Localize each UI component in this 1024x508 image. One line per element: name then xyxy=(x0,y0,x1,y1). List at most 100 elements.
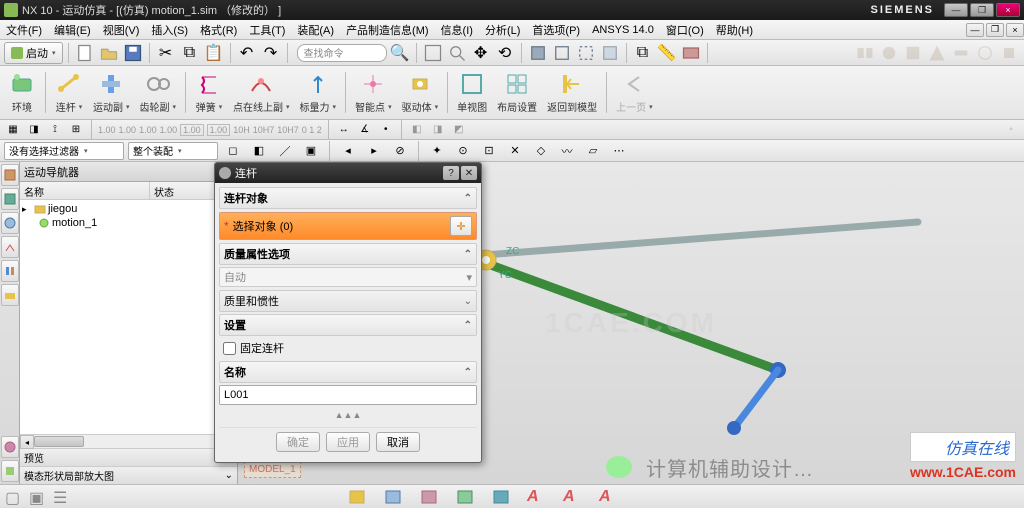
dlg-sec-name[interactable]: 名称⌃ xyxy=(219,361,477,383)
help-hint-icon[interactable]: ◦ xyxy=(1002,122,1020,138)
sel-more-icon[interactable]: ⋯ xyxy=(608,140,630,162)
nav-section-modeshape[interactable]: 模态形状局部放大图⌄ xyxy=(20,466,237,484)
nav-tree[interactable]: ▸ jiegou motion_1 xyxy=(20,200,237,434)
menu-window[interactable]: 窗口(O) xyxy=(660,22,710,38)
dlg-sec-mass-inertia[interactable]: 质里和惯性⌄ xyxy=(219,290,477,312)
asm-6-icon[interactable] xyxy=(974,42,996,64)
res-tab-roles[interactable] xyxy=(1,460,19,482)
style-wireframe-icon[interactable] xyxy=(551,42,573,64)
bot-font-A2-icon[interactable]: A xyxy=(562,487,584,507)
style-shaded-icon[interactable] xyxy=(527,42,549,64)
ribbon-gear[interactable]: 齿轮副▾ xyxy=(136,68,181,117)
bot-font-A3-icon[interactable]: A xyxy=(598,487,620,507)
window-minimize-button[interactable]: — xyxy=(944,3,968,17)
nav-col-name[interactable]: 名称 xyxy=(20,182,150,199)
model-name-label[interactable]: MODEL_1 xyxy=(244,461,301,478)
blend-icon[interactable]: ◩ xyxy=(450,122,468,138)
rotate-icon[interactable]: ⟲ xyxy=(494,42,516,64)
doc-minimize-button[interactable]: — xyxy=(966,23,984,37)
sel-prev-icon[interactable]: ◂ xyxy=(337,140,359,162)
dlg-sec-settings[interactable]: 设置⌃ xyxy=(219,314,477,336)
dlg-cancel-button[interactable]: 取消 xyxy=(376,432,420,452)
bot-solve-icon[interactable] xyxy=(346,487,368,507)
open-icon[interactable] xyxy=(98,42,120,64)
sel-face2-icon[interactable]: ▱ xyxy=(582,140,604,162)
res-tab-part[interactable] xyxy=(1,188,19,210)
copy-icon[interactable]: ⧉ xyxy=(179,42,201,64)
section-icon[interactable] xyxy=(680,42,702,64)
cut-icon[interactable]: ✂ xyxy=(155,42,177,64)
sel-stop-icon[interactable]: ⊘ xyxy=(389,140,411,162)
menu-view[interactable]: 视图(V) xyxy=(97,22,146,38)
sel-all-icon[interactable]: ◻ xyxy=(222,140,244,162)
bot-tree-icon[interactable]: ☰ xyxy=(52,487,74,507)
doc-restore-button[interactable]: ❐ xyxy=(986,23,1004,37)
menu-help[interactable]: 帮助(H) xyxy=(710,22,759,38)
asm-1-icon[interactable] xyxy=(854,42,876,64)
asm-3-icon[interactable] xyxy=(902,42,924,64)
menu-file[interactable]: 文件(F) xyxy=(0,22,48,38)
sel-int-icon[interactable]: ✕ xyxy=(504,140,526,162)
window-maximize-button[interactable]: ❐ xyxy=(970,3,994,17)
ribbon-link[interactable]: 连杆▾ xyxy=(51,68,87,117)
bot-font-A1-icon[interactable]: A xyxy=(526,487,548,507)
color-icon[interactable]: ◧ xyxy=(408,122,426,138)
dlg-name-input[interactable] xyxy=(219,385,477,405)
res-tab-assembly[interactable] xyxy=(1,212,19,234)
sel-face-icon[interactable]: ◧ xyxy=(248,140,270,162)
dialog-help-icon[interactable]: ? xyxy=(443,166,459,180)
bot-graph-icon[interactable] xyxy=(418,487,440,507)
search-go-icon[interactable]: 🔍 xyxy=(389,42,411,64)
menu-pmi[interactable]: 产品制造信息(M) xyxy=(340,22,435,38)
bot-asm-icon[interactable]: ▣ xyxy=(28,487,50,507)
fixed-link-checkbox[interactable] xyxy=(223,342,236,355)
asm-5-icon[interactable] xyxy=(950,42,972,64)
sel-next-icon[interactable]: ▸ xyxy=(363,140,385,162)
scope-combo[interactable]: 整个装配▾ xyxy=(128,142,218,160)
dlg-sec-mass-option[interactable]: 质量属性选项⌃ xyxy=(219,243,477,265)
dlg-select-objects-row[interactable]: * 选择对象 (0) ✛ xyxy=(219,212,477,240)
meas-dist-icon[interactable]: ↔ xyxy=(335,122,353,138)
layer-vis-icon[interactable]: ◨ xyxy=(25,122,43,138)
ribbon-spring[interactable]: 弹簧▾ xyxy=(191,68,227,117)
res-tab-help[interactable] xyxy=(1,436,19,458)
layer-icon[interactable]: ⧉ xyxy=(632,42,654,64)
nav-section-preview[interactable]: 预览⌄ xyxy=(20,448,237,466)
ribbon-return-model[interactable]: 返回到模型 xyxy=(543,68,601,117)
ribbon-layout[interactable]: 布局设置 xyxy=(493,68,541,117)
sel-mid-icon[interactable]: ⊡ xyxy=(478,140,500,162)
menu-prefs[interactable]: 首选项(P) xyxy=(526,22,586,38)
menu-analyze[interactable]: 分析(L) xyxy=(479,22,526,38)
asm-2-icon[interactable] xyxy=(878,42,900,64)
sel-edge-icon[interactable]: ／ xyxy=(274,140,296,162)
sel-point-icon[interactable]: ✦ xyxy=(426,140,448,162)
style-hidden-icon[interactable] xyxy=(575,42,597,64)
res-tab-constraints[interactable] xyxy=(1,260,19,282)
nav-hscroll[interactable]: ◂ ▸ xyxy=(20,434,237,448)
bot-anim-icon[interactable] xyxy=(382,487,404,507)
res-tab-reuse[interactable] xyxy=(1,284,19,306)
ribbon-env[interactable]: 环境 xyxy=(4,68,40,117)
meas-angle-icon[interactable]: ∡ xyxy=(356,122,374,138)
dialog-close-icon[interactable]: ✕ xyxy=(461,166,477,180)
res-tab-history[interactable] xyxy=(1,236,19,258)
menu-ansys[interactable]: ANSYS 14.0 xyxy=(586,24,660,36)
ribbon-single-view[interactable]: 单视图 xyxy=(453,68,491,117)
asm-4-icon[interactable] xyxy=(926,42,948,64)
menu-tools[interactable]: 工具(T) xyxy=(243,22,291,38)
menu-edit[interactable]: 编辑(E) xyxy=(48,22,97,38)
style-transparent-icon[interactable] xyxy=(599,42,621,64)
dlg-sec-objects[interactable]: 连杆对象⌃ xyxy=(219,187,477,209)
snap-icon[interactable]: ▦ xyxy=(4,122,22,138)
dialog-title-bar[interactable]: 连杆 ? ✕ xyxy=(215,163,481,183)
start-button[interactable]: 启动▾ xyxy=(4,42,63,64)
tree-root[interactable]: ▸ jiegou xyxy=(22,202,235,216)
menu-info[interactable]: 信息(I) xyxy=(435,22,479,38)
bot-part-icon[interactable]: ▢ xyxy=(4,487,26,507)
pan-icon[interactable]: ✥ xyxy=(470,42,492,64)
wcs-icon[interactable]: ⟟ xyxy=(46,122,64,138)
pick-target-icon[interactable]: ✛ xyxy=(450,216,472,236)
sel-curve-icon[interactable]: 〰 xyxy=(556,140,578,162)
save-icon[interactable] xyxy=(122,42,144,64)
ribbon-driver[interactable]: 驱动体▾ xyxy=(398,68,443,117)
